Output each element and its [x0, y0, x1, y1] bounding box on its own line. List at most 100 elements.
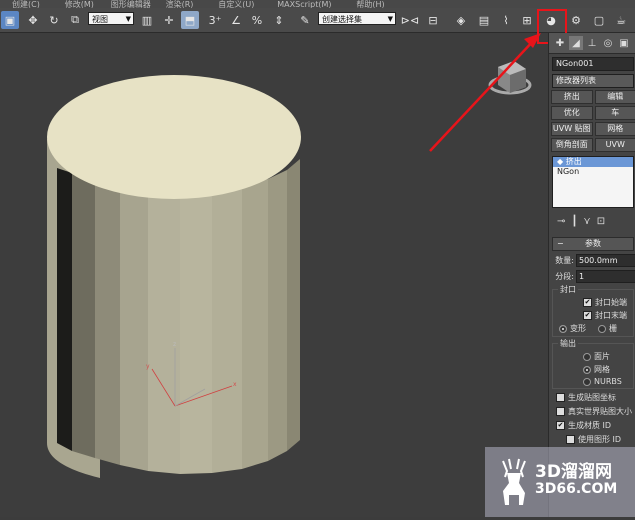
pivot-center-icon[interactable]: ▥: [138, 11, 156, 29]
stack-item-extrude-label: 挤出: [566, 157, 582, 166]
gen-material-ids-label: 生成材质 ID: [568, 420, 611, 431]
radio-icon: [583, 353, 591, 361]
output-mesh-radio[interactable]: 网格: [583, 364, 633, 375]
radio-icon: [583, 378, 591, 386]
move-icon[interactable]: ✥: [24, 11, 42, 29]
scene-explorer-icon[interactable]: ▤: [475, 11, 493, 29]
bevel-profile-button[interactable]: 倒角剖面: [551, 138, 593, 152]
render-setup-icon[interactable]: ⚙: [567, 11, 585, 29]
curve-editor-icon[interactable]: ⌇: [497, 11, 515, 29]
amount-field[interactable]: 500.0mm: [576, 254, 635, 267]
stack-item-ngon-label: NGon: [557, 167, 579, 176]
output-patch-radio[interactable]: 面片: [583, 351, 633, 362]
object-name-field[interactable]: NGon001: [552, 57, 634, 71]
svg-text:y: y: [146, 363, 150, 370]
angle-snap-icon[interactable]: ∠: [227, 11, 245, 29]
amount-row: 数量: 500.0mm: [552, 254, 635, 267]
gen-material-ids-checkbox[interactable]: ✔生成材质 ID: [556, 420, 635, 431]
use-shape-ids-label: 使用图形 ID: [578, 434, 621, 445]
edit-named-selection-icon[interactable]: ✎: [296, 11, 314, 29]
schematic-view-icon[interactable]: ⊞: [518, 11, 536, 29]
output-patch-label: 面片: [594, 351, 610, 362]
checkbox-icon: [566, 435, 575, 444]
parameters-rollout-title: 参数: [585, 239, 601, 248]
gen-map-coords-checkbox[interactable]: 生成贴图坐标: [556, 392, 635, 403]
select-object-icon[interactable]: ▣: [1, 11, 19, 29]
modifier-button-row: 倒角剖面 UVW: [551, 138, 635, 152]
stack-tools: ⊸ ┃ ⋎ ⊡: [557, 216, 635, 227]
perspective-viewport[interactable]: z x y: [0, 33, 548, 517]
real-world-map-label: 真实世界贴图大小: [568, 406, 632, 417]
mesh-button[interactable]: 网格: [595, 122, 635, 136]
reference-coord-dropdown[interactable]: 视图 ▼: [88, 12, 134, 25]
capping-group: 封口 ✔封口始端 ✔封口末端 变形 栅: [552, 289, 634, 337]
command-panel: ✚ ◢ ⊥ ◎ ▣ NGon001 修改器列表 挤出 编辑 优化 车 UVW 贴…: [548, 33, 635, 517]
morph-label: 变形: [570, 323, 586, 334]
cap-start-checkbox[interactable]: ✔封口始端: [583, 297, 633, 308]
checkmark-icon: ✔: [583, 311, 592, 320]
rendered-frame-window-icon[interactable]: ▢: [590, 11, 608, 29]
svg-text:x: x: [233, 381, 237, 388]
reference-coord-value: 视图: [92, 15, 108, 24]
extrude-button[interactable]: 挤出: [551, 90, 593, 104]
align-icon[interactable]: ⊟: [424, 11, 442, 29]
command-panel-tabs: ✚ ◢ ⊥ ◎ ▣: [549, 33, 635, 54]
stack-item-extrude[interactable]: ◆ 挤出: [553, 157, 633, 167]
checkmark-icon: ✔: [583, 298, 592, 307]
keyboard-shortcut-toggle-icon[interactable]: ⬒: [181, 11, 199, 29]
snap-3-icon[interactable]: 3⁺: [206, 11, 224, 29]
output-group: 输出 面片 网格 NURBS: [552, 343, 634, 389]
output-nurbs-radio[interactable]: NURBS: [583, 377, 633, 386]
segments-label: 分段:: [552, 271, 574, 282]
modifier-list-dropdown[interactable]: 修改器列表: [552, 74, 634, 88]
use-shape-ids-checkbox[interactable]: 使用图形 ID: [566, 434, 635, 445]
spinner-snap-icon[interactable]: ⇕: [270, 11, 288, 29]
uvw-map-button[interactable]: UVW 贴图: [551, 122, 593, 136]
percent-snap-icon[interactable]: %: [248, 11, 266, 29]
scale-icon[interactable]: ⧉: [66, 11, 84, 29]
named-selection-dropdown[interactable]: 创建选择集▼: [318, 12, 396, 25]
modifier-button-row: 优化 车: [551, 106, 635, 120]
output-title: 输出: [558, 338, 578, 349]
pin-stack-icon[interactable]: ⊸: [557, 216, 565, 227]
remove-modifier-icon[interactable]: ⊡: [597, 216, 605, 227]
deer-logo-icon: [495, 457, 533, 507]
real-world-map-checkbox[interactable]: 真实世界贴图大小: [556, 406, 635, 417]
mirror-icon[interactable]: ⊳⊲: [401, 11, 419, 29]
checkbox-icon: [556, 393, 565, 402]
create-tab-icon[interactable]: ✚: [553, 36, 567, 50]
cylinder-top-cap: [47, 75, 301, 199]
segments-field[interactable]: 1: [576, 270, 635, 283]
edit-poly-button[interactable]: 编辑: [595, 90, 635, 104]
motion-tab-icon[interactable]: ◎: [601, 36, 615, 50]
hierarchy-tab-icon[interactable]: ⊥: [585, 36, 599, 50]
modifier-stack: ◆ 挤出 NGon: [552, 156, 634, 208]
select-and-manipulate-icon[interactable]: ✛: [160, 11, 178, 29]
make-unique-icon[interactable]: ⋎: [583, 216, 590, 227]
morph-radio[interactable]: [559, 325, 567, 333]
cap-end-checkbox[interactable]: ✔封口末端: [583, 310, 633, 321]
watermark-brand: 3D溜溜网: [535, 457, 612, 482]
lathe-button[interactable]: 车: [595, 106, 635, 120]
cap-end-label: 封口末端: [595, 310, 627, 321]
gen-map-coords-label: 生成贴图坐标: [568, 392, 616, 403]
stack-item-ngon[interactable]: NGon: [553, 167, 633, 177]
watermark-url: 3D66.COM: [535, 481, 617, 497]
chevron-down-icon: ▼: [126, 13, 131, 26]
grid-radio[interactable]: [598, 325, 606, 333]
parameters-rollout-header[interactable]: − 参数: [552, 237, 634, 251]
layer-manager-icon[interactable]: ◈: [452, 11, 470, 29]
rotate-icon[interactable]: ↻: [45, 11, 63, 29]
optimize-button[interactable]: 优化: [551, 106, 593, 120]
uvw-button[interactable]: UVW: [595, 138, 635, 152]
display-tab-icon[interactable]: ▣: [617, 36, 631, 50]
collapse-icon: −: [557, 238, 564, 250]
modify-tab-icon[interactable]: ◢: [569, 36, 583, 50]
watermark: 3D溜溜网 3D66.COM: [485, 447, 635, 517]
viewport-canvas: z x y: [0, 33, 548, 517]
radio-icon: [583, 366, 591, 374]
render-teapot-icon[interactable]: ☕: [612, 11, 630, 29]
show-end-result-icon[interactable]: ┃: [571, 216, 577, 227]
modifier-button-row: 挤出 编辑: [551, 90, 635, 104]
modifier-button-row: UVW 贴图 网格: [551, 122, 635, 136]
